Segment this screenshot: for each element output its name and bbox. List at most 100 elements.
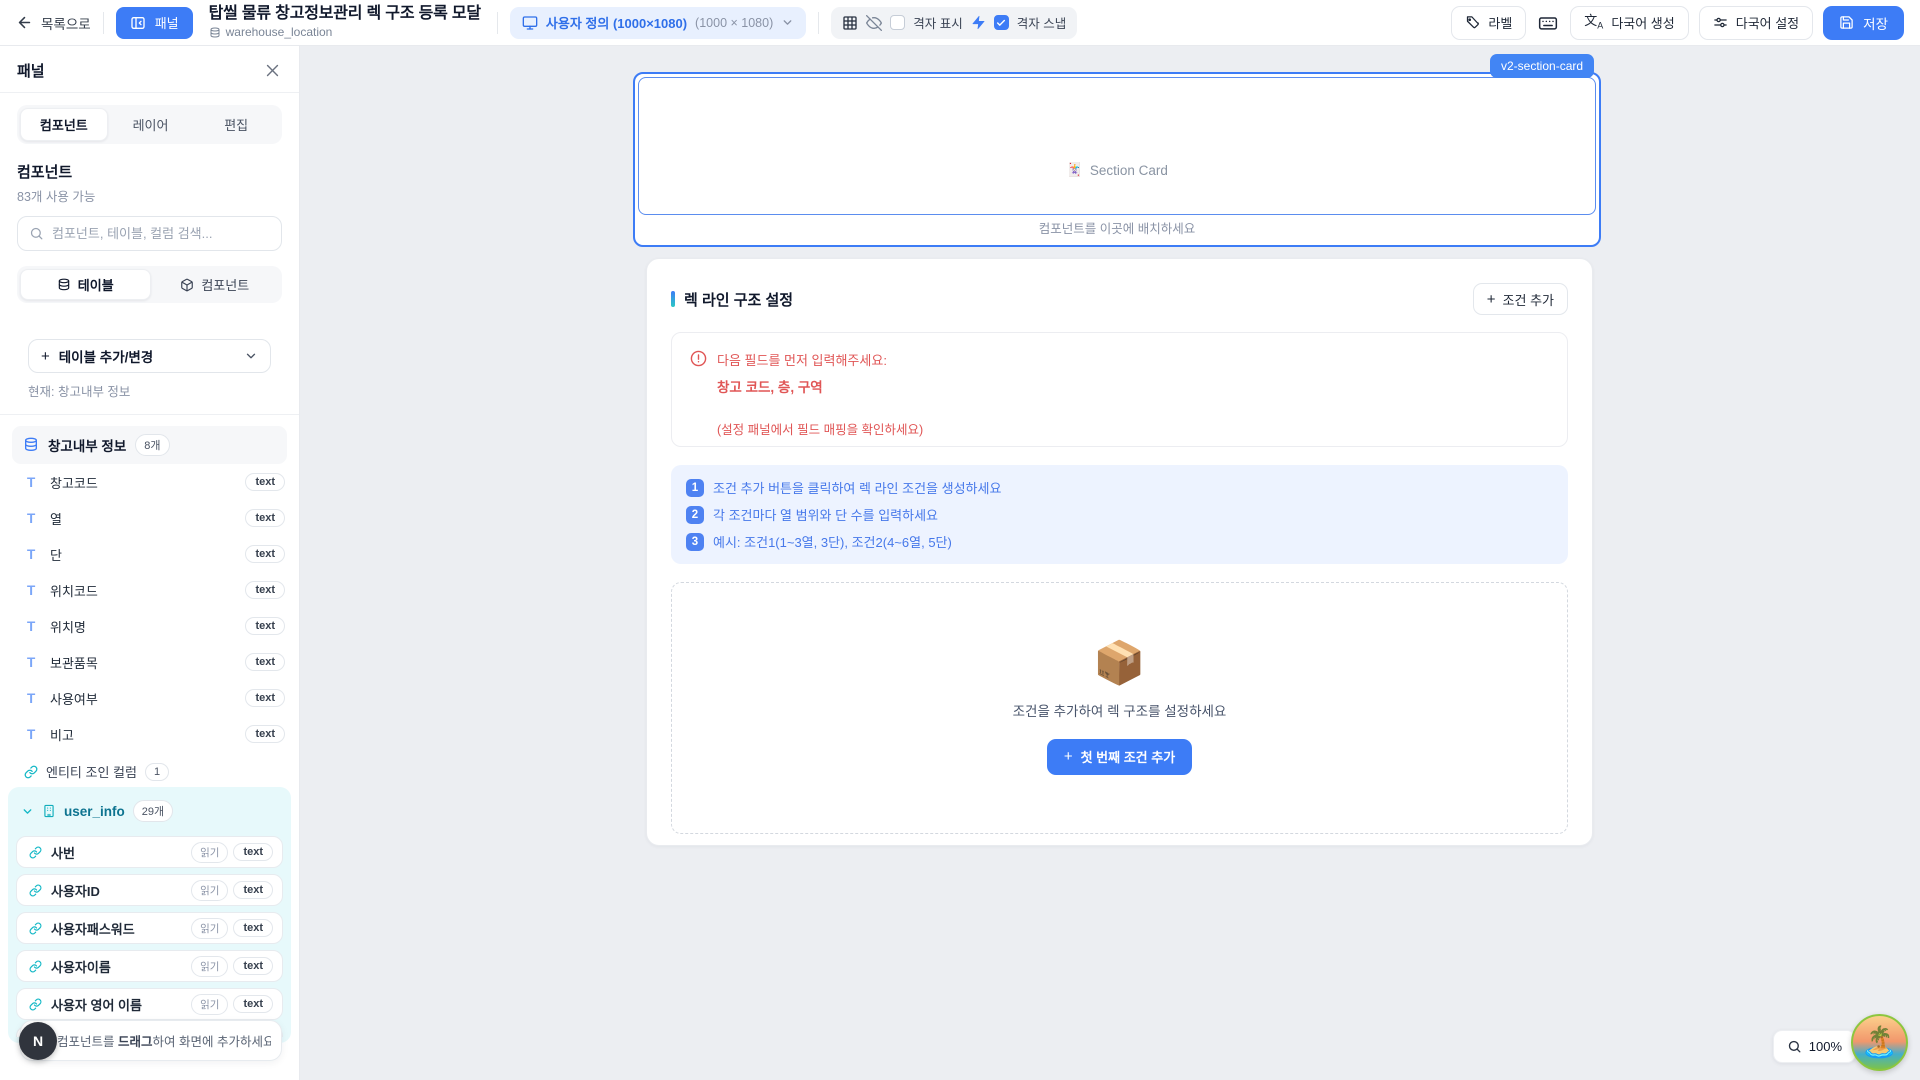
join-field-row[interactable]: 사번 읽기text <box>16 836 283 868</box>
text-type-icon: T <box>27 691 40 706</box>
conditions-empty-state: 📦 조건을 추가하여 렉 구조를 설정하세요 + 첫 번째 조건 추가 <box>671 582 1568 834</box>
panel-button-label: 패널 <box>155 13 179 32</box>
back-to-list-button[interactable]: 목록으로 <box>16 13 91 33</box>
top-toolbar: 목록으로 패널 탑씰 물류 창고정보관리 렉 구조 등록 모달 warehous… <box>0 0 1920 46</box>
first-condition-button[interactable]: + 첫 번째 조건 추가 <box>1047 739 1192 775</box>
link-icon <box>24 765 38 779</box>
island-emoji: 🏝️ <box>1861 1025 1898 1060</box>
i18n-generate-button[interactable]: 文A 다국어 생성 <box>1570 6 1688 40</box>
grid-snap-checkbox[interactable] <box>994 15 1009 30</box>
entity-join-count-badge: 1 <box>145 763 169 781</box>
field-type-badge: text <box>245 689 285 707</box>
step-number: 1 <box>686 479 704 497</box>
add-condition-button[interactable]: + 조건 추가 <box>1473 283 1568 315</box>
field-row[interactable]: T창고코드text <box>0 464 299 500</box>
field-row[interactable]: T단text <box>0 536 299 572</box>
save-button[interactable]: 저장 <box>1823 6 1904 40</box>
table-group-name: 창고내부 정보 <box>48 435 126 455</box>
editor-canvas[interactable]: v2-section-card 🃏 Section Card 컴포넌트를 이곳에… <box>300 46 1920 1080</box>
translate-icon: 文A <box>1584 14 1603 31</box>
grid-icon[interactable] <box>842 15 858 31</box>
label-button[interactable]: 라벨 <box>1451 6 1526 40</box>
step-text: 예시: 조건1(1~3열, 3단), 조건2(4~6열, 5단) <box>713 532 952 551</box>
components-available-count: 83개 사용 가능 <box>17 186 282 205</box>
field-type-badge: text <box>233 995 273 1013</box>
grid-show-label: 격자 표시 <box>913 13 962 32</box>
step-text: 조건 추가 버튼을 클릭하여 렉 라인 조건을 생성하세요 <box>713 478 1001 497</box>
empty-state-text: 조건을 추가하여 렉 구조를 설정하세요 <box>1013 700 1227 720</box>
segment-tables[interactable]: 테이블 <box>20 269 151 300</box>
tab-components[interactable]: 컴포넌트 <box>20 108 108 141</box>
join-field-row[interactable]: 사용자패스워드 읽기text <box>16 912 283 944</box>
field-row[interactable]: T비고text <box>0 716 299 752</box>
close-icon[interactable] <box>264 62 281 79</box>
section-card[interactable]: 🃏 Section Card <box>638 77 1596 215</box>
island-sticker-icon[interactable]: 🏝️ <box>1851 1014 1908 1071</box>
tab-edit[interactable]: 편집 <box>193 108 279 141</box>
field-name: 사용여부 <box>50 689 98 708</box>
search-box[interactable] <box>17 216 282 251</box>
step-number: 3 <box>686 533 704 551</box>
drag-hint-text: 컴포넌트를 드래그하여 화면에 추가하세요 <box>57 1031 271 1050</box>
step-row: 1 조건 추가 버튼을 클릭하여 렉 라인 조건을 생성하세요 <box>686 478 1553 497</box>
viewport-size: (1000 × 1080) <box>695 16 773 30</box>
field-type-badge: text <box>233 919 273 937</box>
warning-line3: (설정 패널에서 필드 매핑을 확인하세요) <box>717 419 923 438</box>
save-button-label: 저장 <box>1863 13 1888 33</box>
monitor-icon <box>522 15 538 31</box>
keyboard-shortcuts-button[interactable] <box>1536 11 1560 35</box>
field-row[interactable]: T보관품목text <box>0 644 299 680</box>
step-number: 2 <box>686 506 704 524</box>
search-input[interactable] <box>52 226 270 241</box>
plus-icon: + <box>41 349 50 364</box>
join-field-row[interactable]: 사용자 영어 이름 읽기text <box>16 988 283 1020</box>
join-table-header[interactable]: user_info 29개 <box>13 793 286 830</box>
eye-off-icon[interactable] <box>866 15 882 31</box>
field-row[interactable]: T 사용여부 text <box>0 680 299 716</box>
field-name: 사용자이름 <box>51 957 111 976</box>
join-field-row[interactable]: 사용자ID 읽기text <box>16 874 283 906</box>
field-name: 위치코드 <box>50 581 98 600</box>
entity-join-label: 엔티티 조인 컬럼 <box>46 762 137 781</box>
table-group-header[interactable]: 창고내부 정보 8개 <box>12 426 287 464</box>
viewport-size-selector[interactable]: 사용자 정의 (1000×1080) (1000 × 1080) <box>510 7 806 39</box>
database-icon <box>57 278 71 292</box>
section-card-label: 🃏 Section Card <box>639 162 1595 178</box>
field-type-badge: text <box>233 881 273 899</box>
join-field-row[interactable]: 사용자이름 읽기text <box>16 950 283 982</box>
chevron-down-icon <box>244 349 258 363</box>
link-icon <box>29 846 42 859</box>
field-row[interactable]: T위치코드text <box>0 572 299 608</box>
chevron-down-icon <box>21 805 34 818</box>
field-name: 사용자 영어 이름 <box>51 995 142 1014</box>
segment-components[interactable]: 컴포넌트 <box>151 269 280 300</box>
field-name: 창고코드 <box>50 473 98 492</box>
tab-layers[interactable]: 레이어 <box>108 108 194 141</box>
text-type-icon: T <box>27 547 40 562</box>
divider <box>103 12 104 34</box>
rack-card-title: 렉 라인 구조 설정 <box>684 289 793 310</box>
section-card-dropzone[interactable]: 🃏 Section Card 컴포넌트를 이곳에 배치하세요 <box>633 72 1601 247</box>
user-cursor-avatar: N <box>19 1022 57 1060</box>
field-name: 위치명 <box>50 617 86 636</box>
field-name: 비고 <box>50 725 74 744</box>
readonly-badge: 읽기 <box>191 880 228 901</box>
add-table-label: 테이블 추가/변경 <box>59 346 153 366</box>
arrow-left-icon <box>16 14 33 31</box>
field-row[interactable]: T위치명text <box>0 608 299 644</box>
grid-show-checkbox[interactable] <box>890 15 905 30</box>
link-icon <box>29 884 42 897</box>
i18n-settings-button[interactable]: 다국어 설정 <box>1699 6 1813 40</box>
rack-line-structure-card: 렉 라인 구조 설정 + 조건 추가 다음 필드를 먼저 입력해주세요: 창고 … <box>646 258 1593 846</box>
add-table-button[interactable]: + 테이블 추가/변경 <box>28 339 271 373</box>
panel-title: 패널 <box>17 60 45 81</box>
field-name: 사번 <box>51 843 75 862</box>
current-table-label: 현재: 창고내부 정보 <box>28 381 271 400</box>
zoom-indicator[interactable]: 100% <box>1773 1030 1856 1063</box>
segment-components-label: 컴포넌트 <box>201 275 249 294</box>
field-row[interactable]: T열text <box>0 500 299 536</box>
link-icon <box>29 998 42 1011</box>
field-type-badge: text <box>233 957 273 975</box>
plus-icon: + <box>1487 292 1496 307</box>
panel-toggle-button[interactable]: 패널 <box>116 7 193 39</box>
